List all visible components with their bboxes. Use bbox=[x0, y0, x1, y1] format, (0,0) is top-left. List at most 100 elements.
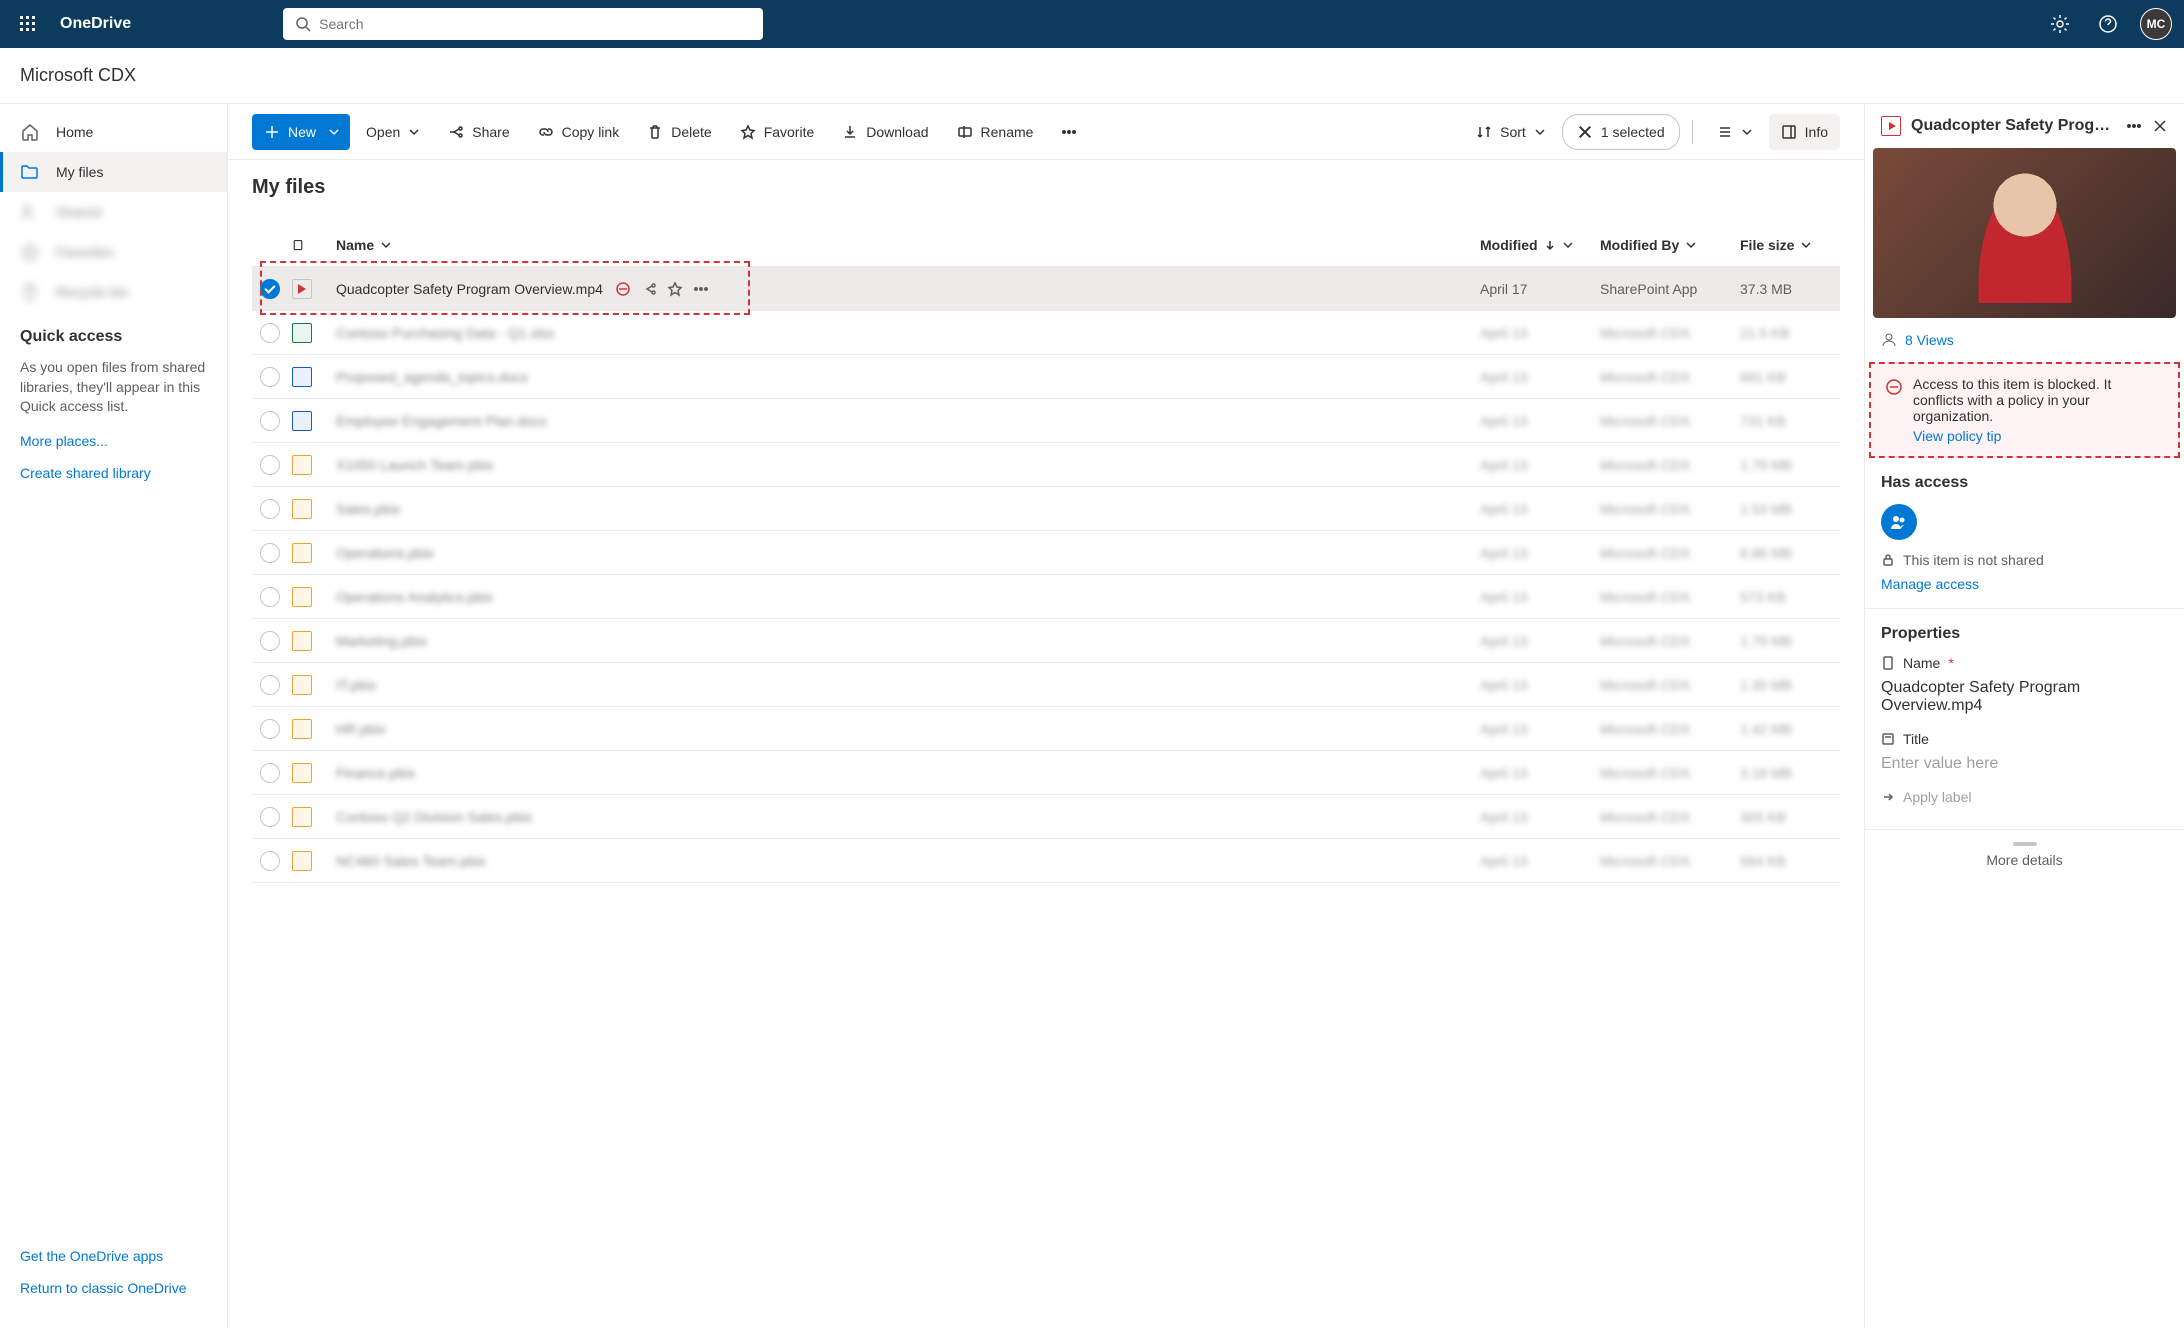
settings-icon[interactable] bbox=[2044, 8, 2076, 40]
row-checkbox[interactable] bbox=[260, 807, 280, 827]
get-apps-link[interactable]: Get the OneDrive apps bbox=[0, 1240, 227, 1272]
views-link[interactable]: 8 Views bbox=[1865, 318, 2184, 362]
copy-link-button[interactable]: Copy link bbox=[526, 114, 632, 150]
col-size[interactable]: File size bbox=[1740, 237, 1840, 253]
file-name: Contoso Purchasing Data - Q1.xlsx bbox=[336, 325, 555, 341]
command-bar: New Open Share Copy link Delete bbox=[228, 104, 1864, 160]
nav-item-label: Recycle bin bbox=[56, 284, 128, 300]
new-button[interactable]: New bbox=[252, 114, 350, 150]
delete-button-label: Delete bbox=[671, 124, 711, 140]
download-button[interactable]: Download bbox=[830, 114, 940, 150]
nav-item-my-files[interactable]: My files bbox=[0, 152, 227, 192]
row-checkbox[interactable] bbox=[260, 675, 280, 695]
selection-count[interactable]: 1 selected bbox=[1562, 114, 1680, 150]
file-row[interactable]: IT.pbixApril 13Microsoft CDX1.35 MB bbox=[252, 663, 1840, 707]
row-checkbox[interactable] bbox=[260, 279, 280, 299]
nav-item-shared[interactable]: Shared bbox=[0, 192, 227, 232]
help-icon[interactable] bbox=[2092, 8, 2124, 40]
open-button-label: Open bbox=[366, 124, 400, 140]
org-header: Microsoft CDX bbox=[0, 48, 2184, 104]
favorite-button[interactable]: Favorite bbox=[728, 114, 827, 150]
modified-by-cell: Microsoft CDX bbox=[1600, 633, 1740, 649]
row-checkbox[interactable] bbox=[260, 543, 280, 563]
row-checkbox[interactable] bbox=[260, 719, 280, 739]
view-options-button[interactable] bbox=[1705, 114, 1765, 150]
more-places-link[interactable]: More places... bbox=[0, 425, 227, 457]
file-row[interactable]: NC460 Sales Team.pbixApril 13Microsoft C… bbox=[252, 839, 1840, 883]
file-row[interactable]: Operations Analytics.pbixApril 13Microso… bbox=[252, 575, 1840, 619]
size-cell: 1.53 MB bbox=[1740, 501, 1840, 517]
file-row[interactable]: Quadcopter Safety Program Overview.mp4Ap… bbox=[252, 267, 1840, 311]
file-row[interactable]: Finance.pbixApril 13Microsoft CDX3.18 MB bbox=[252, 751, 1840, 795]
sort-button[interactable]: Sort bbox=[1464, 114, 1558, 150]
file-row[interactable]: Employee Engagement Plan.docxApril 13Mic… bbox=[252, 399, 1840, 443]
row-checkbox[interactable] bbox=[260, 411, 280, 431]
modified-by-cell: Microsoft CDX bbox=[1600, 765, 1740, 781]
has-access-heading: Has access bbox=[1881, 474, 2168, 492]
more-commands-button[interactable] bbox=[1049, 114, 1089, 150]
modified-cell: April 13 bbox=[1480, 677, 1600, 693]
file-row[interactable]: Marketing.pbixApril 13Microsoft CDX1.79 … bbox=[252, 619, 1840, 663]
file-icon bbox=[292, 239, 304, 251]
chevron-down-icon bbox=[1562, 239, 1574, 251]
apply-label-link[interactable]: Apply label bbox=[1903, 789, 1972, 805]
file-row[interactable]: Contoso Q2 Division Sales.pbixApril 13Mi… bbox=[252, 795, 1840, 839]
manage-access-link[interactable]: Manage access bbox=[1881, 576, 2168, 592]
generic-file-icon bbox=[292, 675, 312, 695]
access-principal-icon[interactable] bbox=[1881, 504, 1917, 540]
info-pane-button[interactable]: Info bbox=[1769, 114, 1840, 150]
col-icon[interactable] bbox=[292, 239, 336, 251]
row-checkbox[interactable] bbox=[260, 763, 280, 783]
row-checkbox[interactable] bbox=[260, 455, 280, 475]
create-shared-library-link[interactable]: Create shared library bbox=[0, 457, 227, 489]
row-checkbox[interactable] bbox=[260, 323, 280, 343]
row-checkbox[interactable] bbox=[260, 587, 280, 607]
file-name: Quadcopter Safety Program Overview.mp4 bbox=[336, 281, 603, 297]
file-row[interactable]: Proposed_agenda_topics.docxApril 13Micro… bbox=[252, 355, 1840, 399]
return-classic-link[interactable]: Return to classic OneDrive bbox=[0, 1272, 227, 1304]
close-icon[interactable] bbox=[2152, 118, 2168, 134]
file-row[interactable]: Sales.pbixApril 13Microsoft CDX1.53 MB bbox=[252, 487, 1840, 531]
file-name: Finance.pbix bbox=[336, 765, 415, 781]
user-avatar[interactable]: MC bbox=[2140, 8, 2172, 40]
lock-icon bbox=[1881, 553, 1895, 567]
ellipsis-icon[interactable] bbox=[693, 281, 709, 297]
row-checkbox[interactable] bbox=[260, 499, 280, 519]
nav-item-recycle-bin[interactable]: Recycle bin bbox=[0, 272, 227, 312]
col-modified[interactable]: Modified bbox=[1480, 237, 1600, 253]
search-input[interactable] bbox=[319, 16, 751, 32]
info-icon bbox=[1781, 124, 1797, 140]
blocked-icon[interactable] bbox=[615, 281, 631, 297]
video-thumbnail[interactable] bbox=[1873, 148, 2176, 318]
docx-file-icon bbox=[292, 367, 312, 387]
app-title[interactable]: OneDrive bbox=[60, 15, 131, 33]
title-input[interactable]: Enter value here bbox=[1881, 755, 2168, 773]
row-checkbox[interactable] bbox=[260, 367, 280, 387]
file-row[interactable]: X1050 Launch Team.pbixApril 13Microsoft … bbox=[252, 443, 1840, 487]
share-icon[interactable] bbox=[641, 281, 657, 297]
nav-item-home[interactable]: Home bbox=[0, 112, 227, 152]
open-button[interactable]: Open bbox=[354, 114, 432, 150]
grip-icon bbox=[2013, 842, 2037, 846]
app-launcher-icon[interactable] bbox=[12, 8, 44, 40]
file-row[interactable]: Contoso Purchasing Data - Q1.xlsxApril 1… bbox=[252, 311, 1840, 355]
file-row[interactable]: HR.pbixApril 13Microsoft CDX1.42 MB bbox=[252, 707, 1840, 751]
name-value[interactable]: Quadcopter Safety Program Overview.mp4 bbox=[1881, 679, 2168, 715]
more-details-button[interactable]: More details bbox=[1865, 829, 2184, 880]
row-checkbox[interactable] bbox=[260, 631, 280, 651]
share-button[interactable]: Share bbox=[436, 114, 521, 150]
col-name[interactable]: Name bbox=[336, 237, 1480, 253]
rename-button[interactable]: Rename bbox=[945, 114, 1046, 150]
modified-by-cell: Microsoft CDX bbox=[1600, 545, 1740, 561]
file-row[interactable]: Operations.pbixApril 13Microsoft CDX6.86… bbox=[252, 531, 1840, 575]
view-policy-tip-link[interactable]: View policy tip bbox=[1913, 428, 2164, 444]
nav-item-favorites[interactable]: Favorites bbox=[0, 232, 227, 272]
col-modified-by[interactable]: Modified By bbox=[1600, 237, 1740, 253]
delete-button[interactable]: Delete bbox=[635, 114, 723, 150]
sidebar: HomeMy filesSharedFavoritesRecycle bin Q… bbox=[0, 104, 228, 1328]
search-box[interactable] bbox=[283, 8, 763, 40]
ellipsis-icon[interactable] bbox=[2126, 118, 2142, 134]
quick-access-text: As you open files from shared libraries,… bbox=[20, 358, 207, 417]
star-icon[interactable] bbox=[667, 281, 683, 297]
row-checkbox[interactable] bbox=[260, 851, 280, 871]
